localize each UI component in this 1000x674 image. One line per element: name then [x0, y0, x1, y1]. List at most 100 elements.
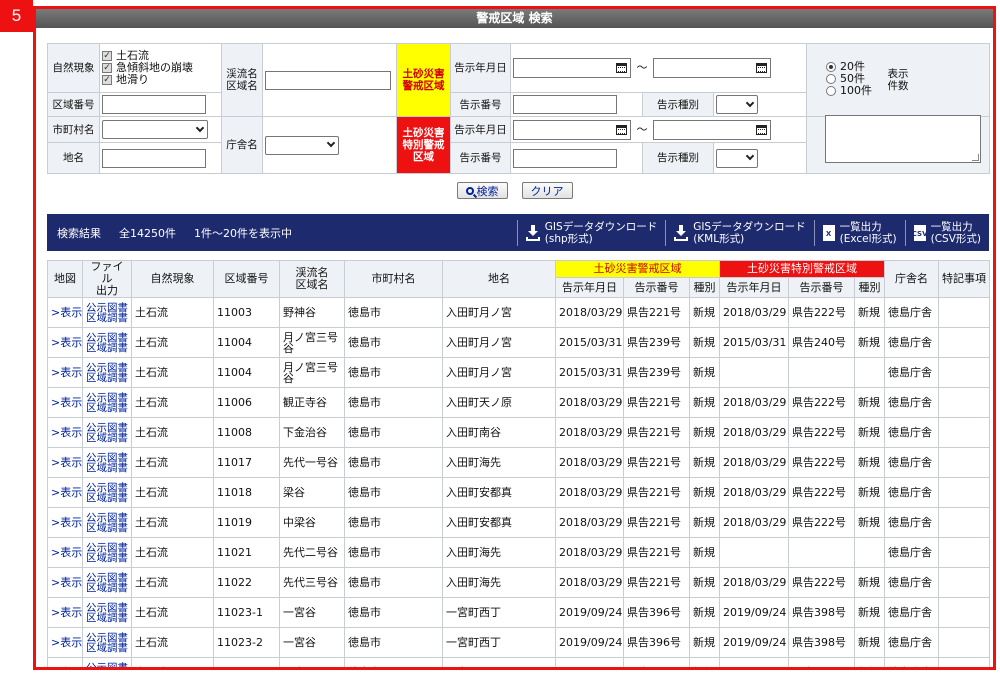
chimei-input[interactable] [102, 148, 206, 168]
cell-chosha: 徳島庁舎 [884, 627, 940, 658]
cell-y-number: 県告221号 [623, 447, 690, 478]
y-date-to-input[interactable] [653, 58, 771, 79]
kouji-tosho-link[interactable]: 公示図書 [86, 662, 128, 667]
r-date-to-input[interactable] [653, 119, 771, 140]
cell-tokki [938, 597, 991, 628]
col-shizen: 自然現象 [131, 260, 214, 298]
show-map-link[interactable]: >表示 [47, 597, 83, 628]
cell-kuiki: 11017 [213, 447, 280, 478]
cell-chimei: 入田町月ノ宮 [442, 357, 556, 388]
kuiki-chosho-link[interactable]: 区域調書 [86, 372, 128, 384]
cell-shizen: 土石流 [131, 537, 214, 568]
cell-r-kind: 新規 [854, 297, 886, 328]
cell-shizen: 土石流 [131, 567, 214, 598]
col-group-keikai: 土砂災害警戒区域 [554, 259, 721, 279]
cell-y-kind: 新規 [688, 327, 721, 358]
cell-r-number: 県告398号 [788, 627, 856, 658]
cell-y-date: 2018/03/29 [555, 567, 624, 598]
y-date-from-input[interactable] [513, 58, 631, 79]
cell-chimei: 入田町南谷 [442, 417, 556, 448]
gis-kml-download-button[interactable]: GISデータダウンロード (KML形式) [665, 219, 813, 246]
kuiki-chosho-link[interactable]: 区域調書 [86, 582, 128, 594]
excel-export-button[interactable]: X 一覧出力 (Excel形式) [813, 219, 905, 246]
kuiki-chosho-link[interactable]: 区域調書 [86, 462, 128, 474]
clear-button[interactable]: クリア [521, 182, 573, 199]
cell-shicho: 徳島市 [344, 507, 443, 538]
show-map-link[interactable]: >表示 [47, 447, 83, 478]
cell-y-number: 県告221号 [623, 507, 690, 538]
cell-r-date: 2018/03/29 [719, 417, 790, 448]
table-row: >表示 公示図書 区域調書 土石流 11019 中梁谷 徳島市 入田町安都真 2018/03/2… [47, 507, 991, 538]
kuiki-chosho-link[interactable]: 区域調書 [86, 612, 128, 624]
cell-y-number: 県告239号 [623, 327, 690, 358]
cell-r-kind: 新規 [854, 327, 886, 358]
y-kokuji-type-select[interactable] [716, 95, 758, 115]
cell-r-number: 県告222号 [788, 387, 856, 418]
kuiki-chosho-link[interactable]: 区域調書 [86, 432, 128, 444]
table-row: >表示 公示図書 区域調書 土石流 11021 先代二号谷 徳島市 入田町海先 2018/03/… [47, 537, 991, 568]
kuiki-chosho-link[interactable]: 区域調書 [86, 312, 128, 324]
table-row: >表示公示図書区域調書土石流11023-3一宮谷徳島市一宮町西丁2019/09/… [47, 657, 991, 667]
cell-r-kind: 新規 [854, 507, 886, 538]
show-map-link[interactable]: >表示 [47, 537, 83, 568]
check-icon: ✓ [102, 63, 112, 74]
r-kokuji-type-select[interactable] [716, 148, 758, 168]
cell-keiryu: 先代二号谷 [279, 537, 345, 568]
r-date-from-input[interactable] [513, 119, 631, 140]
chimei-label: 地名 [47, 142, 100, 174]
kuiki-chosho-link[interactable]: 区域調書 [86, 642, 128, 654]
kuiki-chosho-link[interactable]: 区域調書 [86, 342, 128, 354]
kuiki-chosho-link[interactable]: 区域調書 [86, 492, 128, 504]
cell-tokki [938, 357, 991, 388]
cell-chosha: 徳島庁舎 [884, 507, 940, 538]
cell-r-number: 県告222号 [788, 417, 856, 448]
tokki-textarea[interactable] [825, 115, 981, 163]
cell-kuiki: 11023-2 [213, 627, 280, 658]
show-map-link[interactable]: >表示 [47, 297, 83, 328]
cell-chimei: 入田町月ノ宮 [442, 327, 556, 358]
show-map-link[interactable]: >表示 [47, 387, 83, 418]
search-button[interactable]: 検索 [456, 182, 508, 199]
r-kokuji-date-label: 告示年月日 [450, 116, 511, 144]
keiryu-input[interactable] [265, 70, 391, 90]
cell-y-number: 県告221号 [623, 537, 690, 568]
cell-y-date: 2018/03/29 [555, 507, 624, 538]
r-kokuji-no-input[interactable] [513, 148, 617, 168]
chosha-select[interactable] [265, 135, 339, 155]
show-map-link[interactable]: >表示 [47, 567, 83, 598]
cell-y-kind: 新規 [688, 417, 721, 448]
cell-r-kind: 新規 [854, 567, 886, 598]
cell-r-date: 2018/03/29 [719, 477, 790, 508]
show-map-link[interactable]: >表示 [47, 357, 83, 388]
cell-y-kind: 新規 [688, 567, 721, 598]
cell-chosha: 徳島庁舎 [884, 297, 940, 328]
cell-tokki [938, 477, 991, 508]
kuiki-chosho-link[interactable]: 区域調書 [86, 402, 128, 414]
show-map-link[interactable]: >表示 [47, 627, 83, 658]
resize-grip-icon[interactable] [972, 154, 979, 161]
show-map-link[interactable]: >表示 [47, 327, 83, 358]
csv-export-button[interactable]: CSV 一覧出力 (CSV形式) [904, 219, 989, 246]
show-map-link[interactable]: >表示 [47, 507, 83, 538]
y-kokuji-no-input[interactable] [513, 95, 617, 115]
gis-shp-download-button[interactable]: GISデータダウンロード (shp形式) [516, 219, 665, 246]
cell-r-kind: 新規 [854, 597, 886, 628]
cell-shizen: 土石流 [131, 417, 214, 448]
kuiki-chosho-link[interactable]: 区域調書 [86, 552, 128, 564]
cell-r-date: 2019/09/24 [719, 627, 790, 658]
kuiki-chosho-link[interactable]: 区域調書 [86, 522, 128, 534]
file-links: 公示図書区域調書 [82, 507, 132, 538]
show-map-link[interactable]: >表示 [47, 477, 83, 508]
shicho-select[interactable] [102, 120, 208, 140]
cell-y-date: 2018/03/29 [555, 477, 624, 508]
checkbox-jisuberi[interactable]: ✓ 地滑り [102, 74, 219, 86]
kuiki-input[interactable] [102, 95, 206, 115]
show-map-link[interactable]: >表示 [47, 417, 83, 448]
cell-keiryu: 中梁谷 [279, 507, 345, 538]
cell-chosha: 徳島庁舎 [884, 567, 940, 598]
cell-y-kind: 新規 [688, 537, 721, 568]
show-map-link[interactable]: >表示 [47, 657, 83, 667]
radio-100[interactable]: 100件 [826, 85, 872, 97]
cell-shizen: 土石流 [131, 357, 214, 388]
chevron-down-icon [745, 98, 755, 107]
